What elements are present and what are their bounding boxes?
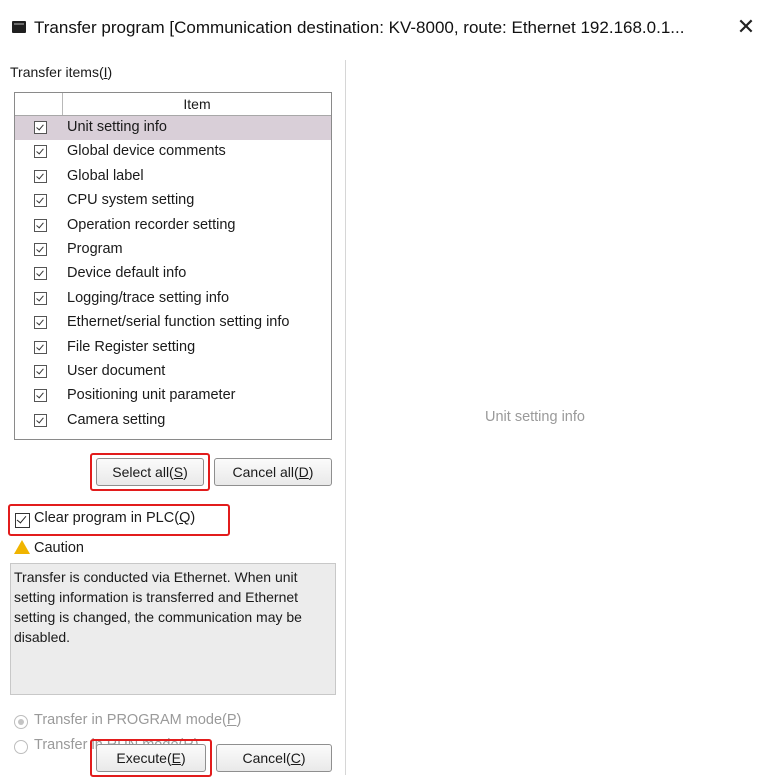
row-checkbox[interactable]: [34, 169, 47, 183]
table-row[interactable]: Operation recorder setting: [15, 214, 331, 238]
table-row[interactable]: Global label: [15, 165, 331, 189]
row-checkbox[interactable]: [34, 267, 47, 281]
caution-title: Caution: [34, 540, 84, 556]
row-checkbox[interactable]: [34, 413, 47, 427]
item-column-header[interactable]: Item: [63, 93, 331, 115]
transfer-items-label: Transfer items(I): [10, 64, 113, 80]
caution-textbox[interactable]: Transfer is conducted via Ethernet. When…: [10, 563, 336, 695]
clear-program-label[interactable]: Clear program in PLC(Q): [34, 510, 195, 526]
row-label: Camera setting: [67, 411, 166, 428]
transfer-items-table: Item Unit setting info Global device com…: [14, 92, 332, 440]
row-checkbox[interactable]: [34, 340, 47, 354]
cancel-button[interactable]: Cancel(C): [216, 744, 332, 772]
row-checkbox[interactable]: [34, 291, 47, 305]
execute-button[interactable]: Execute(E): [96, 744, 206, 772]
table-row[interactable]: Ethernet/serial function setting info: [15, 311, 331, 335]
row-label: CPU system setting: [67, 192, 195, 209]
run-mode-radio[interactable]: [14, 740, 28, 754]
table-row[interactable]: File Register setting: [15, 336, 331, 360]
close-icon: ✕: [736, 14, 756, 39]
table-row[interactable]: Device default info: [15, 262, 331, 286]
detail-pane-label: Unit setting info: [485, 409, 585, 425]
clear-program-checkbox[interactable]: [15, 513, 30, 528]
row-label: Program: [67, 240, 123, 257]
row-label: Global device comments: [67, 143, 226, 160]
row-label: Global label: [67, 167, 144, 184]
caution-text: Transfer is conducted via Ethernet. When…: [14, 569, 302, 645]
program-mode-label[interactable]: Transfer in PROGRAM mode(P): [34, 712, 241, 728]
table-row[interactable]: CPU system setting: [15, 189, 331, 213]
row-checkbox[interactable]: [34, 316, 47, 330]
cancel-all-button[interactable]: Cancel all(D): [214, 458, 332, 486]
row-label: Ethernet/serial function setting info: [67, 314, 290, 331]
select-all-button[interactable]: Select all(S): [96, 458, 204, 486]
row-label: Logging/trace setting info: [67, 289, 230, 306]
title-bar: Transfer program [Communication destinat…: [0, 0, 768, 52]
row-checkbox[interactable]: [34, 145, 47, 159]
row-label: Operation recorder setting: [67, 216, 236, 233]
row-label: Unit setting info: [67, 119, 167, 135]
window-title: Transfer program [Communication destinat…: [34, 18, 685, 37]
program-mode-radio[interactable]: [14, 715, 28, 729]
row-label: File Register setting: [67, 338, 196, 355]
row-checkbox[interactable]: [34, 242, 47, 256]
table-row[interactable]: Unit setting info: [15, 116, 331, 141]
close-button[interactable]: ✕: [733, 14, 759, 40]
row-label: User document: [67, 362, 166, 379]
row-checkbox[interactable]: [34, 389, 47, 403]
table-row[interactable]: Program: [15, 238, 331, 262]
pane-divider[interactable]: [345, 60, 346, 775]
checkbox-column-header[interactable]: [15, 93, 63, 115]
table-row[interactable]: User document: [15, 360, 331, 384]
table-row[interactable]: Positioning unit parameter: [15, 384, 331, 408]
row-label: Positioning unit parameter: [67, 387, 236, 404]
item-rows: Unit setting info Global device comments…: [15, 116, 331, 433]
table-row[interactable]: Camera setting: [15, 409, 331, 433]
row-label: Device default info: [67, 265, 187, 282]
app-icon: [12, 21, 26, 33]
row-checkbox[interactable]: [34, 121, 47, 134]
table-row[interactable]: Global device comments: [15, 140, 331, 164]
table-row[interactable]: Logging/trace setting info: [15, 287, 331, 311]
table-header: Item: [15, 93, 331, 116]
row-checkbox[interactable]: [34, 218, 47, 232]
row-checkbox[interactable]: [34, 364, 47, 378]
warning-icon: [14, 540, 30, 554]
row-checkbox[interactable]: [34, 194, 47, 208]
